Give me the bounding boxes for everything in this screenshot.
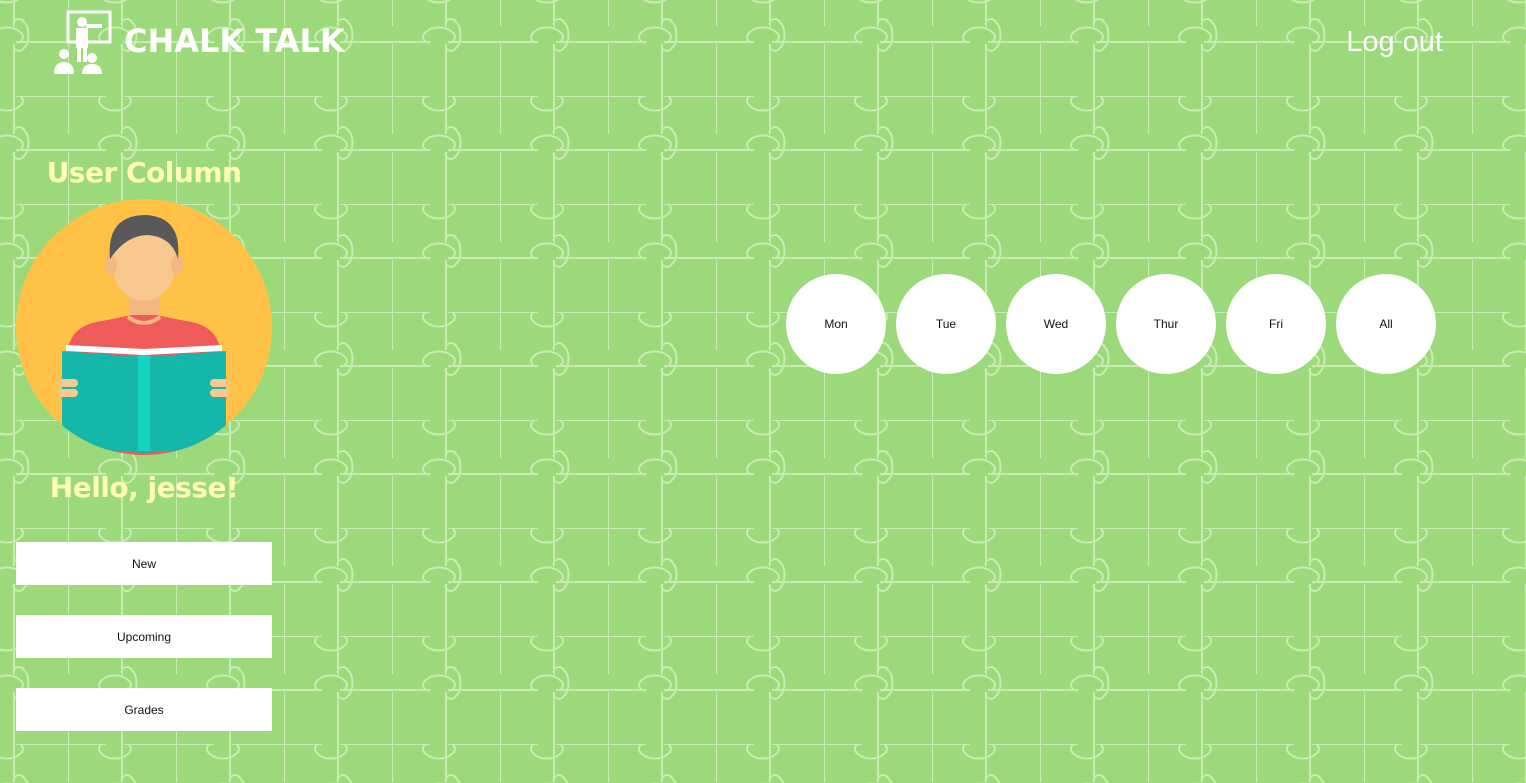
day-selector: Mon Tue Wed Thur Fri All xyxy=(786,274,1436,374)
logout-link[interactable]: Log out xyxy=(1346,26,1443,59)
brand-name: CHALK TALK xyxy=(124,22,345,60)
reading-student-avatar xyxy=(16,199,272,455)
day-mon-button[interactable]: Mon xyxy=(786,274,886,374)
day-fri-button[interactable]: Fri xyxy=(1226,274,1326,374)
brand-logo[interactable]: CHALK TALK xyxy=(52,8,345,74)
user-column-title: User Column xyxy=(46,156,242,189)
day-all-button[interactable]: All xyxy=(1336,274,1436,374)
grades-button[interactable]: Grades xyxy=(16,688,272,731)
user-column: User Column Hello, jesse! New Upcoming G… xyxy=(16,150,272,731)
teacher-at-board-icon xyxy=(54,10,112,74)
day-thur-button[interactable]: Thur xyxy=(1116,274,1216,374)
new-button[interactable]: New xyxy=(16,542,272,585)
upcoming-button[interactable]: Upcoming xyxy=(16,615,272,658)
day-tue-button[interactable]: Tue xyxy=(896,274,996,374)
day-wed-button[interactable]: Wed xyxy=(1006,274,1106,374)
greeting: Hello, jesse! xyxy=(49,471,239,504)
